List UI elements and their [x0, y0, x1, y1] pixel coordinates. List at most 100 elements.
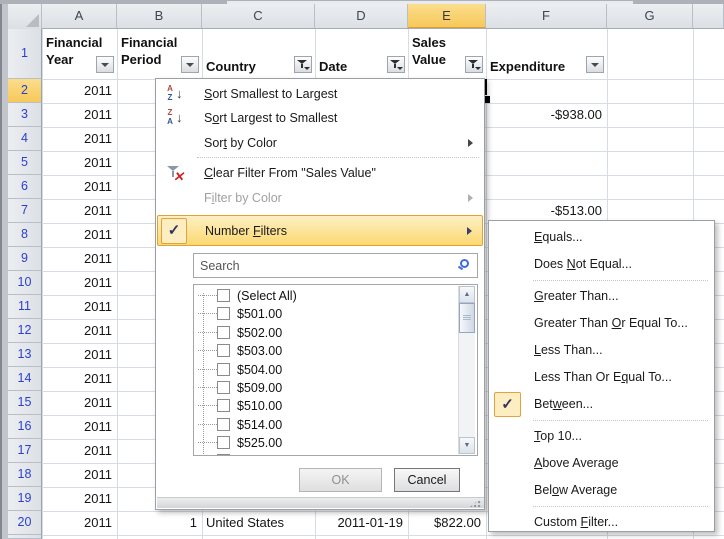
cell-D20[interactable]: 2011-01-19 — [319, 511, 403, 535]
column-header-A[interactable]: A — [42, 4, 117, 28]
filter-button-date[interactable] — [387, 56, 405, 73]
filter-value-item[interactable]: (Select All) — [194, 287, 434, 305]
checkbox[interactable] — [217, 454, 230, 456]
submenu-item-does-not-equal[interactable]: Does Not Equal... — [489, 251, 714, 278]
row-header-18[interactable]: 18 — [8, 463, 42, 487]
cell-A14[interactable]: 2011 — [46, 367, 112, 391]
row-header-8[interactable]: 8 — [8, 223, 42, 247]
cell-A11[interactable]: 2011 — [46, 295, 112, 319]
scrollbar-thumb[interactable] — [459, 303, 475, 333]
checkbox[interactable] — [217, 344, 230, 357]
cell-F3[interactable]: -$938.00 — [490, 103, 602, 127]
row-header-13[interactable]: 13 — [8, 343, 42, 367]
cell-A2[interactable]: 2011 — [46, 79, 112, 103]
cell-A9[interactable]: 2011 — [46, 247, 112, 271]
checkbox[interactable] — [217, 363, 230, 376]
menu-item-sort-by-color[interactable]: Sort by Color — [157, 131, 483, 155]
checkbox[interactable] — [217, 307, 230, 320]
filter-button-country[interactable] — [294, 56, 312, 73]
submenu-item-above-average[interactable]: Above Average — [489, 450, 714, 477]
cell-A8[interactable]: 2011 — [46, 223, 112, 247]
dropdown-button-financial-period[interactable] — [181, 56, 199, 73]
row-header-5[interactable]: 5 — [8, 151, 42, 175]
dropdown-button-financial-year[interactable] — [96, 56, 114, 73]
scroll-up-button[interactable]: ▲ — [459, 286, 475, 303]
column-header-C[interactable]: C — [202, 4, 315, 28]
resize-bar[interactable] — [157, 497, 484, 508]
cell-A20[interactable]: 2011 — [46, 511, 112, 535]
dropdown-button-expenditure[interactable] — [586, 56, 604, 73]
row-header-17[interactable]: 17 — [8, 439, 42, 463]
row-header-10[interactable]: 10 — [8, 271, 42, 295]
row-header-12[interactable]: 12 — [8, 319, 42, 343]
search-icon[interactable] — [460, 259, 469, 268]
row-header-1[interactable]: 1 — [8, 29, 42, 79]
column-header-F[interactable]: F — [486, 4, 607, 28]
filter-value-item[interactable]: $525.00 — [194, 434, 434, 452]
cell-A10[interactable]: 2011 — [46, 271, 112, 295]
row-header-20[interactable]: 20 — [8, 511, 42, 535]
header-cell-date[interactable]: Date — [319, 58, 379, 75]
column-header-partial[interactable] — [693, 4, 724, 28]
row-header-16[interactable]: 16 — [8, 415, 42, 439]
cell-A18[interactable]: 2011 — [46, 463, 112, 487]
column-header-E[interactable]: E — [408, 4, 486, 28]
cell-C20[interactable]: United States — [206, 511, 310, 535]
cell-A7[interactable]: 2011 — [46, 199, 112, 223]
cell-B20[interactable]: 1 — [121, 511, 197, 535]
cell-A17[interactable]: 2011 — [46, 439, 112, 463]
cell-A4[interactable]: 2011 — [46, 127, 112, 151]
filter-button-sales-value[interactable] — [465, 56, 483, 73]
submenu-item-custom-filter[interactable]: Custom Filter... — [489, 509, 714, 536]
row-header-9[interactable]: 9 — [8, 247, 42, 271]
cell-A13[interactable]: 2011 — [46, 343, 112, 367]
submenu-item-equals[interactable]: Equals... — [489, 224, 714, 251]
checkbox[interactable] — [217, 289, 230, 302]
row-header-4[interactable]: 4 — [8, 127, 42, 151]
select-all-corner[interactable] — [8, 4, 42, 29]
cell-A6[interactable]: 2011 — [46, 175, 112, 199]
cell-A19[interactable]: 2011 — [46, 487, 112, 511]
filter-value-item[interactable]: $504.00 — [194, 361, 434, 379]
row-header-6[interactable]: 6 — [8, 175, 42, 199]
header-cell-country[interactable]: Country — [206, 58, 296, 75]
cell-A12[interactable]: 2011 — [46, 319, 112, 343]
header-cell-financial-period[interactable]: Financial Period — [121, 34, 181, 68]
list-scrollbar[interactable]: ▲ ▼ — [458, 286, 475, 454]
checkbox[interactable] — [217, 436, 230, 449]
submenu-item-less-than-or-equal[interactable]: Less Than Or Equal To... — [489, 364, 714, 391]
checkbox[interactable] — [217, 418, 230, 431]
cell-A16[interactable]: 2011 — [46, 415, 112, 439]
filter-value-item[interactable]: $501.00 — [194, 305, 434, 323]
ok-button[interactable]: OK — [299, 468, 382, 492]
checkbox[interactable] — [217, 399, 230, 412]
row-header-19[interactable]: 19 — [8, 487, 42, 511]
menu-item-sort-largest-to-smallest[interactable]: ZA↓ Sort Largest to Smallest — [157, 106, 483, 130]
checkbox[interactable] — [217, 381, 230, 394]
submenu-item-greater-than[interactable]: Greater Than... — [489, 283, 714, 310]
menu-item-sort-smallest-to-largest[interactable]: AZ↓ Sort Smallest to Largest — [157, 82, 483, 106]
cell-E20[interactable]: $822.00 — [412, 511, 481, 535]
column-header-D[interactable]: D — [315, 4, 408, 28]
submenu-item-below-average[interactable]: Below Average — [489, 477, 714, 504]
filter-value-item[interactable]: $514.00 — [194, 416, 434, 434]
scroll-down-button[interactable]: ▼ — [459, 437, 475, 454]
checkbox[interactable] — [217, 326, 230, 339]
filter-value-item[interactable]: $509.00 — [194, 379, 434, 397]
header-cell-expenditure[interactable]: Expenditure — [490, 58, 585, 75]
row-header-7[interactable]: 7 — [8, 199, 42, 223]
row-header-14[interactable]: 14 — [8, 367, 42, 391]
filter-value-item[interactable]: $510.00 — [194, 397, 434, 415]
column-header-B[interactable]: B — [117, 4, 202, 28]
cell-A5[interactable]: 2011 — [46, 151, 112, 175]
row-header-3[interactable]: 3 — [8, 103, 42, 127]
submenu-item-top-10[interactable]: Top 10... — [489, 423, 714, 450]
cell-A15[interactable]: 2011 — [46, 391, 112, 415]
submenu-item-between[interactable]: ✓ Between... — [489, 391, 714, 418]
submenu-item-greater-than-or-equal[interactable]: Greater Than Or Equal To... — [489, 310, 714, 337]
menu-item-number-filters[interactable]: ✓ Number Filters — [157, 215, 483, 246]
row-header-11[interactable]: 11 — [8, 295, 42, 319]
cell-A3[interactable]: 2011 — [46, 103, 112, 127]
row-header-2[interactable]: 2 — [8, 79, 42, 103]
cancel-button[interactable]: Cancel — [394, 468, 460, 492]
